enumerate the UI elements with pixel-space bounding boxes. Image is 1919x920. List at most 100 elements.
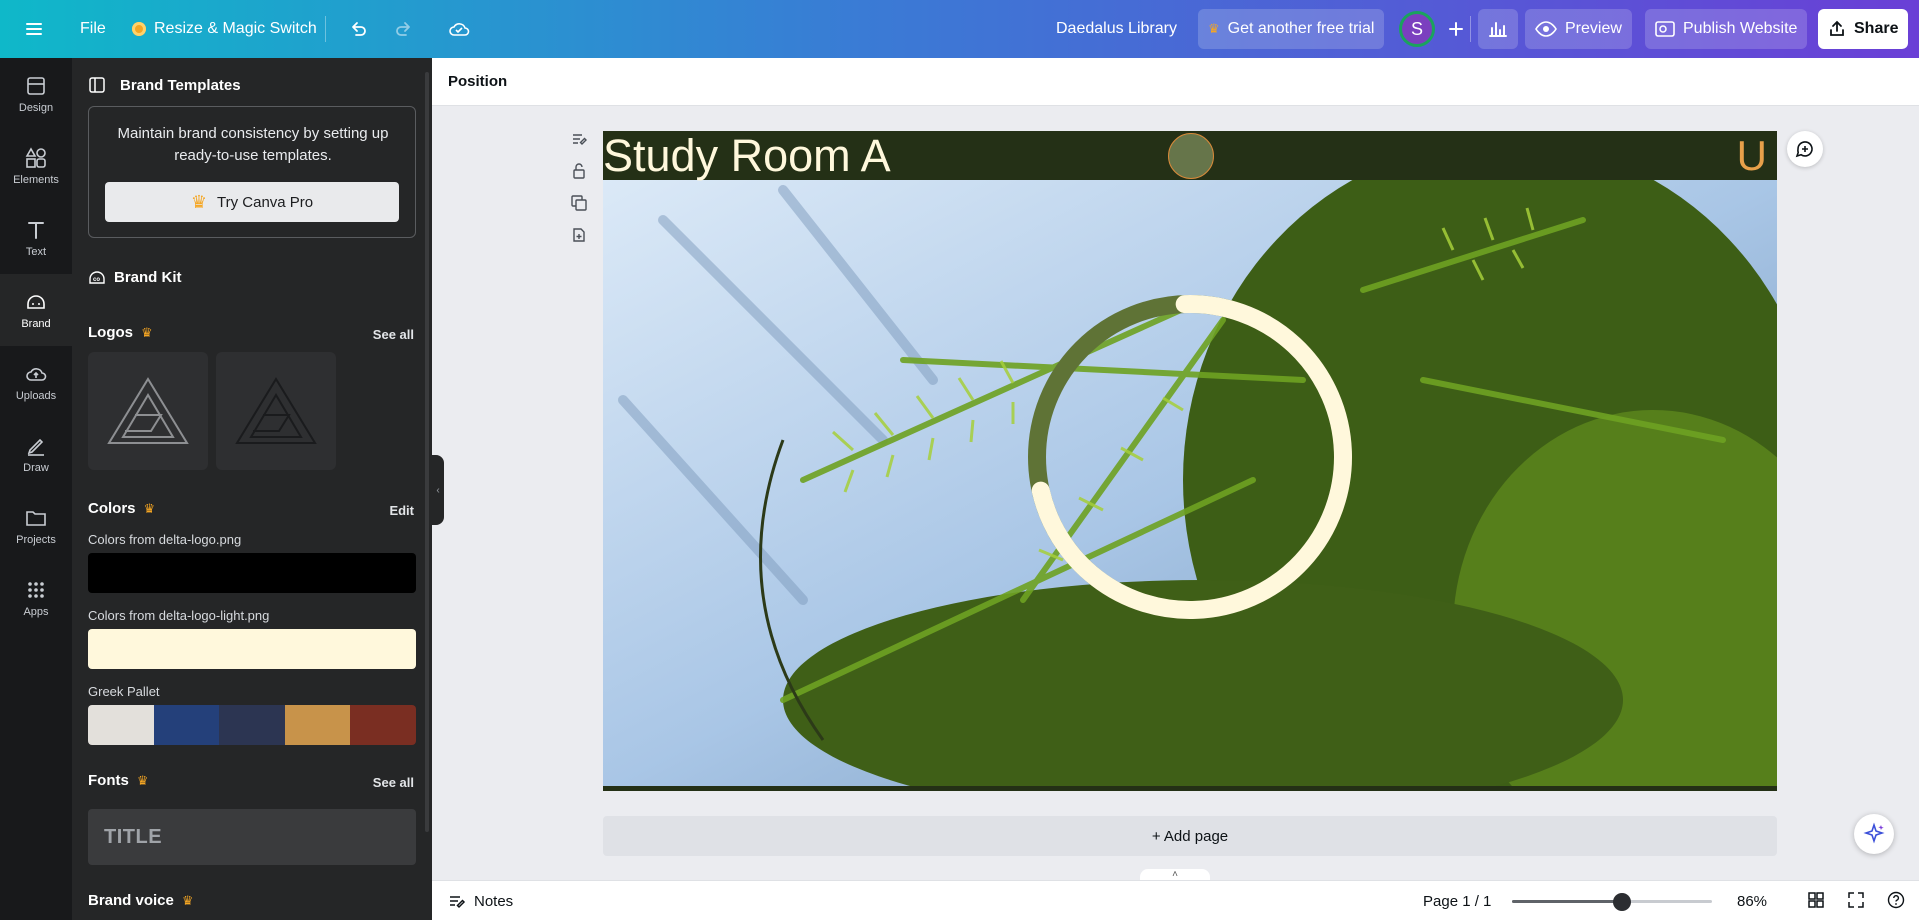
- corner-letter[interactable]: U: [1737, 131, 1767, 181]
- rail-item-uploads[interactable]: Uploads: [0, 346, 72, 418]
- hamburger-icon: [26, 23, 42, 35]
- brand-kit-icon: co: [89, 271, 105, 284]
- publish-website-button[interactable]: Publish Website: [1645, 9, 1808, 49]
- rail-item-brand[interactable]: Brand: [0, 274, 72, 346]
- progress-ring[interactable]: [603, 180, 1777, 786]
- page-indicator[interactable]: Page 1 / 1: [1423, 893, 1491, 910]
- rail-item-text[interactable]: Text: [0, 202, 72, 274]
- redo-button[interactable]: [384, 9, 424, 49]
- design-icon: [27, 77, 45, 95]
- fonts-see-all-link[interactable]: See all: [373, 775, 414, 790]
- elements-icon: [25, 147, 46, 168]
- palette-swatch[interactable]: [284, 705, 351, 745]
- document-title[interactable]: Daedalus Library: [1046, 9, 1187, 49]
- color-group-label: Greek Pallet: [88, 684, 160, 699]
- rail-item-design[interactable]: Design: [0, 58, 72, 130]
- panel-scrollbar[interactable]: [425, 72, 429, 832]
- palette-swatch[interactable]: [153, 705, 220, 745]
- greek-palette: [88, 705, 416, 745]
- add-page-button[interactable]: + Add page: [603, 816, 1777, 856]
- notes-icon: [450, 896, 466, 909]
- zoom-level[interactable]: 86%: [1737, 893, 1767, 910]
- avatar[interactable]: S: [1399, 11, 1435, 47]
- plus-icon: [1449, 22, 1463, 36]
- divider: [1470, 16, 1471, 42]
- logo-thumbnail-dark[interactable]: [216, 352, 336, 470]
- context-toolbar: Position: [432, 58, 1919, 106]
- rail-item-draw[interactable]: Draw: [0, 418, 72, 490]
- notes-button[interactable]: Notes: [448, 892, 513, 910]
- page-tools: [570, 130, 594, 244]
- color-group-label: Colors from delta-logo-light.png: [88, 608, 270, 623]
- zoom-slider-fill: [1512, 900, 1622, 903]
- palette-swatch[interactable]: [219, 705, 285, 745]
- zoom-slider-handle[interactable]: [1613, 893, 1631, 911]
- color-swatch-cream[interactable]: [88, 629, 416, 669]
- delta-logo-icon: [107, 377, 189, 444]
- apps-grid-icon: [28, 582, 44, 598]
- preview-button[interactable]: Preview: [1525, 9, 1632, 49]
- brand-templates-heading[interactable]: Brand Templates: [88, 76, 241, 94]
- colors-edit-link[interactable]: Edit: [389, 503, 414, 518]
- design-page[interactable]: Study Room A U: [603, 131, 1777, 791]
- position-button[interactable]: Position: [448, 73, 507, 90]
- main-menu-button[interactable]: [14, 9, 54, 49]
- colors-heading: Colors ♛: [88, 500, 156, 517]
- palette-swatch[interactable]: [350, 705, 416, 745]
- template-icon: [89, 77, 105, 93]
- crown-icon: ♛: [181, 892, 194, 908]
- fern-photo[interactable]: [603, 180, 1777, 786]
- undo-button[interactable]: [338, 9, 378, 49]
- share-icon: [1830, 20, 1844, 36]
- color-group-label: Colors from delta-logo.png: [88, 532, 242, 547]
- help-icon[interactable]: [1887, 891, 1905, 909]
- rail-item-elements[interactable]: Elements: [0, 130, 72, 202]
- try-canva-pro-button[interactable]: ♛ Try Canva Pro: [105, 182, 399, 222]
- eye-icon: [1535, 21, 1557, 37]
- free-trial-button[interactable]: ♛ Get another free trial: [1198, 9, 1385, 49]
- brand-kit-heading[interactable]: co Brand Kit: [88, 268, 182, 286]
- divider: [325, 16, 326, 42]
- share-button[interactable]: Share: [1818, 9, 1909, 49]
- chevron-up-icon: ˄: [1172, 869, 1178, 880]
- logos-heading: Logos ♛: [88, 324, 153, 341]
- lock-icon[interactable]: [570, 162, 588, 180]
- rail-item-projects[interactable]: Projects: [0, 490, 72, 562]
- save-status-button[interactable]: [438, 9, 480, 49]
- brand-icon: [27, 295, 45, 309]
- file-menu-button[interactable]: File: [70, 9, 116, 49]
- collapse-panel-button[interactable]: ‹: [432, 455, 444, 525]
- insights-button[interactable]: [1478, 9, 1518, 49]
- palette-swatch[interactable]: [88, 705, 154, 745]
- logos-see-all-link[interactable]: See all: [373, 327, 414, 342]
- sparkle-icon: [1863, 822, 1885, 844]
- page-heading[interactable]: Study Room A: [603, 131, 891, 181]
- logo-thumbnail-light[interactable]: [88, 352, 208, 470]
- add-comment-button[interactable]: [1787, 131, 1823, 167]
- add-collaborator-button[interactable]: [1438, 9, 1474, 49]
- zoom-slider[interactable]: [1512, 900, 1712, 903]
- duplicate-icon[interactable]: [570, 194, 588, 212]
- rail-item-apps[interactable]: Apps: [0, 562, 72, 634]
- magic-assistant-button[interactable]: [1854, 814, 1894, 854]
- redo-icon: [396, 22, 410, 36]
- decorative-circle[interactable]: [1168, 133, 1214, 179]
- resize-magic-switch-button[interactable]: Resize & Magic Switch: [122, 9, 327, 49]
- brand-panel: Brand Templates Maintain brand consisten…: [72, 58, 432, 920]
- undo-icon: [352, 22, 366, 36]
- add-page-icon[interactable]: [570, 226, 588, 244]
- brand-templates-card: Maintain brand consistency by setting up…: [88, 106, 416, 238]
- crown-icon: ♛: [190, 191, 207, 212]
- delta-logo-icon: [235, 377, 317, 444]
- crown-icon: [132, 22, 146, 36]
- color-swatch-black[interactable]: [88, 553, 416, 593]
- website-icon: [1655, 21, 1675, 37]
- fullscreen-icon[interactable]: [1847, 891, 1865, 909]
- crown-icon: ♛: [143, 500, 156, 516]
- grid-view-icon[interactable]: [1807, 891, 1825, 909]
- folder-icon: [26, 511, 46, 526]
- crown-icon: ♛: [136, 772, 149, 788]
- side-rail: Design Elements Text Brand Uploads Draw …: [0, 58, 72, 920]
- font-sample-title[interactable]: TITLE: [88, 809, 416, 865]
- page-notes-icon[interactable]: [570, 130, 588, 148]
